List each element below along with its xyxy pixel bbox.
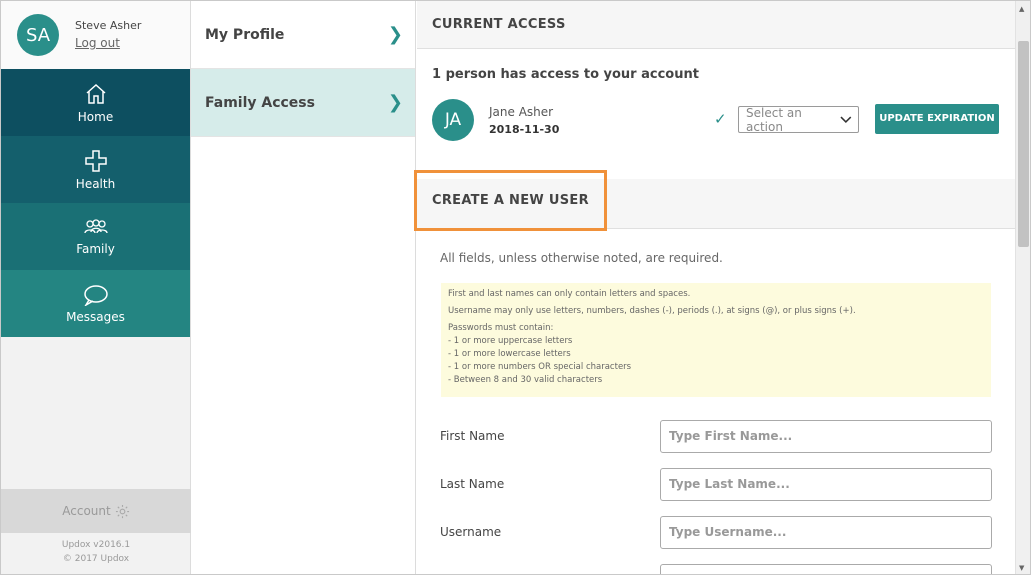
subnav-item-label: My Profile bbox=[205, 26, 285, 43]
sidebar: SA Steve Asher Log out Home Health Famil… bbox=[1, 1, 201, 574]
version-text: Updox v2016.1 bbox=[61, 540, 131, 550]
messages-icon bbox=[83, 284, 108, 306]
access-meta: Jane Asher 2018-11-30 bbox=[489, 105, 559, 136]
access-row: JA Jane Asher 2018-11-30 ✓ Select an act… bbox=[432, 98, 1002, 142]
first-name-input[interactable] bbox=[660, 419, 992, 453]
password-rule-item: - 1 or more lowercase letters bbox=[448, 349, 571, 359]
access-summary: 1 person has access to your account bbox=[432, 67, 699, 82]
action-select[interactable]: Select an action bbox=[738, 105, 859, 134]
copyright-text: © 2017 Updox bbox=[62, 554, 130, 564]
user-meta: Steve Asher Log out bbox=[75, 19, 141, 51]
family-icon bbox=[83, 218, 108, 233]
gear-icon bbox=[115, 504, 129, 518]
sidebar-item-label: Family bbox=[76, 241, 115, 256]
sidebar-item-messages[interactable]: Messages bbox=[1, 270, 190, 337]
password-rule-item: - 1 or more uppercase letters bbox=[448, 336, 573, 346]
chevron-down-icon bbox=[840, 116, 852, 123]
subnav-item-my-profile[interactable]: My Profile ❯ bbox=[191, 1, 415, 69]
username-label: Username bbox=[440, 525, 502, 539]
next-field-input[interactable] bbox=[660, 563, 992, 574]
username-input[interactable] bbox=[660, 515, 992, 549]
main-panel: CURRENT ACCESS 1 person has access to yo… bbox=[414, 1, 1015, 574]
sidebar-item-home[interactable]: Home bbox=[1, 69, 190, 136]
access-expiration-date: 2018-11-30 bbox=[489, 122, 560, 136]
sidebar-item-label: Home bbox=[77, 109, 114, 124]
last-name-label: Last Name bbox=[440, 477, 505, 491]
sidebar-item-health[interactable]: Health bbox=[1, 136, 190, 203]
sidebar-item-family[interactable]: Family bbox=[1, 203, 190, 270]
subnav-item-label: Family Access bbox=[205, 94, 315, 111]
user-box: SA Steve Asher Log out bbox=[1, 1, 190, 69]
avatar: SA bbox=[17, 14, 59, 56]
last-name-input[interactable] bbox=[660, 467, 992, 501]
validation-rules: First and last names can only contain le… bbox=[441, 283, 991, 397]
chevron-right-icon: ❯ bbox=[387, 24, 403, 45]
home-icon bbox=[86, 83, 105, 104]
scroll-up-arrow-icon[interactable]: ▲ bbox=[1019, 5, 1024, 13]
current-access-heading: CURRENT ACCESS bbox=[417, 1, 1015, 49]
subnav-item-family-access[interactable]: Family Access ❯ bbox=[191, 69, 415, 137]
sidebar-item-label: Messages bbox=[66, 309, 125, 324]
create-new-user-heading: CREATE A NEW USER bbox=[414, 170, 607, 231]
action-select-placeholder: Select an action bbox=[746, 105, 802, 134]
password-rule-item: - Between 8 and 30 valid characters bbox=[448, 375, 603, 385]
scroll-thumb[interactable] bbox=[1018, 41, 1029, 247]
next-field-row bbox=[440, 563, 995, 574]
name-rule: First and last names can only contain le… bbox=[448, 289, 691, 299]
health-icon bbox=[84, 149, 107, 172]
access-person-name: Jane Asher bbox=[489, 104, 554, 119]
chevron-right-icon: ❯ bbox=[387, 92, 403, 113]
check-icon: ✓ bbox=[714, 110, 727, 128]
update-expiration-button[interactable]: UPDATE EXPIRATION bbox=[875, 104, 999, 134]
last-name-row: Last Name bbox=[440, 467, 995, 501]
avatar: JA bbox=[432, 99, 474, 141]
first-name-row: First Name bbox=[440, 419, 995, 453]
subnav: My Profile ❯ Family Access ❯ bbox=[191, 1, 416, 574]
password-rule-item: - 1 or more numbers OR special character… bbox=[448, 362, 632, 372]
username-rule: Username may only use letters, numbers, … bbox=[448, 306, 856, 316]
user-name: Steve Asher bbox=[75, 19, 142, 32]
scroll-down-arrow-icon[interactable]: ▼ bbox=[1019, 564, 1024, 572]
username-row: Username bbox=[440, 515, 995, 549]
app-window: SA Steve Asher Log out Home Health Famil… bbox=[0, 0, 1031, 575]
first-name-label: First Name bbox=[440, 429, 505, 443]
account-label: Account bbox=[62, 504, 111, 518]
password-rule-intro: Passwords must contain: bbox=[448, 323, 554, 333]
scrollbar[interactable]: ▲ ▼ bbox=[1015, 1, 1030, 574]
account-button[interactable]: Account bbox=[1, 489, 201, 533]
required-note: All fields, unless otherwise noted, are … bbox=[440, 251, 723, 265]
sidebar-item-label: Health bbox=[75, 176, 116, 191]
logout-link[interactable]: Log out bbox=[75, 36, 120, 50]
